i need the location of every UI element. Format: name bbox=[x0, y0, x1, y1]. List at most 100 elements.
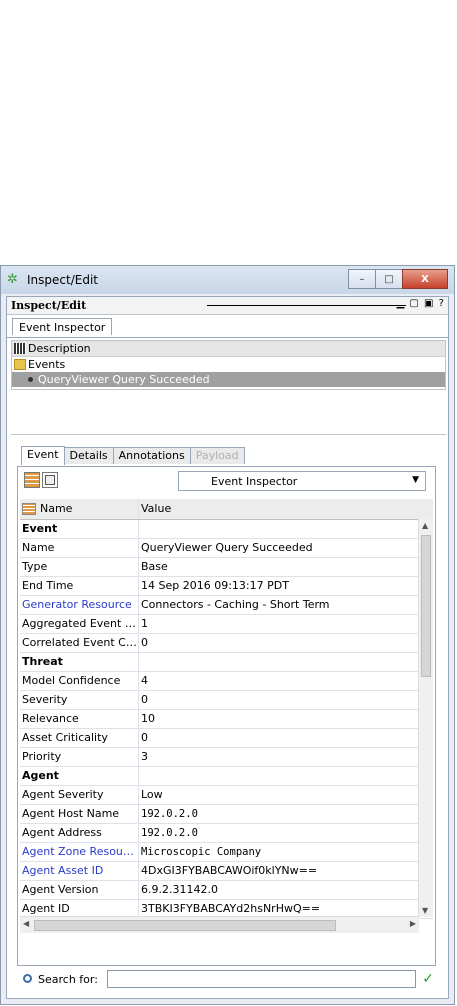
top-tab-row: Event Inspector bbox=[7, 315, 448, 338]
cell-name: Relevance bbox=[20, 710, 139, 728]
search-input[interactable] bbox=[107, 970, 416, 988]
table-row[interactable]: Model Confidence 4 bbox=[20, 672, 433, 691]
scroll-thumb[interactable] bbox=[421, 535, 431, 677]
cell-value: 192.0.2.0 bbox=[141, 808, 198, 820]
tree-header-label: Description bbox=[28, 342, 91, 355]
panel-title: Inspect/Edit bbox=[11, 299, 87, 312]
tree-item-label: QueryViewer Query Succeeded bbox=[38, 373, 210, 386]
table-row[interactable]: Type Base bbox=[20, 558, 433, 577]
tree-folder-events[interactable]: Events bbox=[12, 357, 445, 372]
tab-details[interactable]: Details bbox=[63, 447, 114, 464]
event-table: Name Value Event Name QueryViewer Query Su… bbox=[20, 499, 433, 933]
column-header-value[interactable]: Value bbox=[139, 499, 433, 519]
table-group-row[interactable]: Threat bbox=[20, 653, 433, 672]
cell-name: End Time bbox=[20, 577, 139, 595]
table-group-row[interactable]: Agent bbox=[20, 767, 433, 786]
table-row[interactable]: Aggregated Event C... 1 bbox=[20, 615, 433, 634]
cell-value: 10 bbox=[141, 712, 155, 725]
cell-name: Agent Host Name bbox=[20, 805, 139, 823]
table-row[interactable]: Priority 3 bbox=[20, 748, 433, 767]
table-group-row[interactable]: Event bbox=[20, 520, 433, 539]
tree-header: Description bbox=[12, 341, 445, 357]
cell-name: Agent bbox=[20, 767, 139, 785]
cell-value: 6.9.2.31142.0 bbox=[141, 883, 218, 896]
close-button[interactable]: X bbox=[402, 269, 448, 289]
cell-name: Agent Zone Resource bbox=[20, 843, 139, 861]
window-title: Inspect/Edit bbox=[27, 273, 98, 287]
cell-name: Type bbox=[20, 558, 139, 576]
cell-name: Correlated Event Co... bbox=[20, 634, 139, 652]
check-icon[interactable]: ✓ bbox=[422, 971, 434, 987]
vertical-scrollbar[interactable]: ▲ ▼ bbox=[418, 519, 433, 917]
grid-icon bbox=[14, 343, 26, 354]
inspector-tabs: Event Details Annotations Payload bbox=[21, 446, 245, 465]
chevron-down-icon: ▼ bbox=[412, 475, 419, 485]
view-select[interactable]: Event Inspector ▼ bbox=[178, 471, 426, 491]
scroll-down-icon[interactable]: ▼ bbox=[422, 906, 428, 915]
cell-name: Asset Criticality bbox=[20, 729, 139, 747]
cell-value: Base bbox=[141, 560, 168, 573]
table-row[interactable]: Agent Version 6.9.2.31142.0 bbox=[20, 881, 433, 900]
table-row[interactable]: Generator Resource Connectors - Caching -… bbox=[20, 596, 433, 615]
cell-name: Severity bbox=[20, 691, 139, 709]
search-bar: Search for: ✓ bbox=[21, 970, 436, 990]
column-header-name[interactable]: Name bbox=[20, 499, 139, 519]
event-tree: Description Events QueryViewer Query Suc… bbox=[11, 340, 446, 390]
scroll-left-icon[interactable]: ◀ bbox=[23, 919, 29, 928]
tab-payload: Payload bbox=[189, 447, 245, 464]
table-row[interactable]: Severity 0 bbox=[20, 691, 433, 710]
horizontal-scrollbar[interactable]: ◀ ▶ bbox=[20, 916, 419, 933]
panel-header: Inspect/Edit ▁ ▢ ▣ ? bbox=[7, 297, 448, 315]
cell-name: Threat bbox=[20, 653, 139, 671]
table-row[interactable]: Name QueryViewer Query Succeeded bbox=[20, 539, 433, 558]
table-row[interactable]: Agent Address 192.0.2.0 bbox=[20, 824, 433, 843]
client-area: Inspect/Edit ▁ ▢ ▣ ? Event Inspector Des… bbox=[6, 296, 449, 999]
tab-event-inspector[interactable]: Event Inspector bbox=[12, 318, 113, 335]
cell-value: 3 bbox=[141, 750, 148, 763]
table-row[interactable]: Agent Asset ID 4DxGI3FYBABCAWOif0klYNw== bbox=[20, 862, 433, 881]
cell-value bbox=[139, 767, 433, 785]
folder-icon bbox=[14, 359, 26, 370]
inspector-panel: Event Details Annotations Payload Event … bbox=[11, 434, 446, 996]
panel-controls[interactable]: ▁ ▢ ▣ ? bbox=[397, 298, 445, 309]
cell-name: Agent Asset ID bbox=[20, 862, 139, 880]
cell-value: 0 bbox=[141, 731, 148, 744]
tree-folder-label: Events bbox=[28, 358, 66, 371]
cell-name: Generator Resource bbox=[20, 596, 139, 614]
cell-value: Connectors - Caching - Short Term bbox=[141, 598, 330, 611]
cell-value: 0 bbox=[141, 693, 148, 706]
scroll-up-icon[interactable]: ▲ bbox=[422, 521, 428, 530]
table-row[interactable]: End Time 14 Sep 2016 09:13:17 PDT bbox=[20, 577, 433, 596]
table-body: Event Name QueryViewer Query Succeeded Type… bbox=[20, 520, 433, 933]
search-icon bbox=[23, 974, 32, 983]
scroll-right-icon[interactable]: ▶ bbox=[410, 919, 416, 928]
search-label: Search for: bbox=[38, 973, 98, 986]
cell-name: Agent Address bbox=[20, 824, 139, 842]
table-row[interactable]: Relevance 10 bbox=[20, 710, 433, 729]
app-icon: ✲ bbox=[7, 272, 18, 287]
cell-value: 0 bbox=[141, 636, 148, 649]
cell-name: Agent Version bbox=[20, 881, 139, 899]
tree-item-selected[interactable]: QueryViewer Query Succeeded bbox=[12, 372, 445, 387]
minimize-button[interactable]: – bbox=[348, 269, 376, 289]
table-row[interactable]: Agent Host Name 192.0.2.0 bbox=[20, 805, 433, 824]
table-row[interactable]: Agent Severity Low bbox=[20, 786, 433, 805]
tab-content: Event Inspector ▼ Name Value Event Name Qu… bbox=[17, 466, 436, 966]
grid-view-icon[interactable] bbox=[24, 472, 40, 488]
cell-value: 14 Sep 2016 09:13:17 PDT bbox=[141, 579, 289, 592]
maximize-button[interactable]: □ bbox=[375, 269, 403, 289]
panel-divider bbox=[207, 305, 406, 306]
bullet-icon bbox=[28, 377, 33, 382]
cell-value: 1 bbox=[141, 617, 148, 630]
table-row[interactable]: Asset Criticality 0 bbox=[20, 729, 433, 748]
inspect-edit-window: ✲ Inspect/Edit – □ X Inspect/Edit ▁ ▢ ▣ … bbox=[0, 265, 455, 1005]
view-select-value: Event Inspector bbox=[211, 475, 298, 488]
cell-value: 4 bbox=[141, 674, 148, 687]
hscroll-thumb[interactable] bbox=[34, 920, 336, 931]
table-row[interactable]: Correlated Event Co... 0 bbox=[20, 634, 433, 653]
form-view-icon[interactable] bbox=[42, 472, 58, 488]
tab-annotations[interactable]: Annotations bbox=[112, 447, 191, 464]
title-bar: ✲ Inspect/Edit – □ X bbox=[1, 266, 454, 294]
table-row[interactable]: Agent Zone Resource Microscopic Company bbox=[20, 843, 433, 862]
tab-event[interactable]: Event bbox=[21, 446, 65, 465]
